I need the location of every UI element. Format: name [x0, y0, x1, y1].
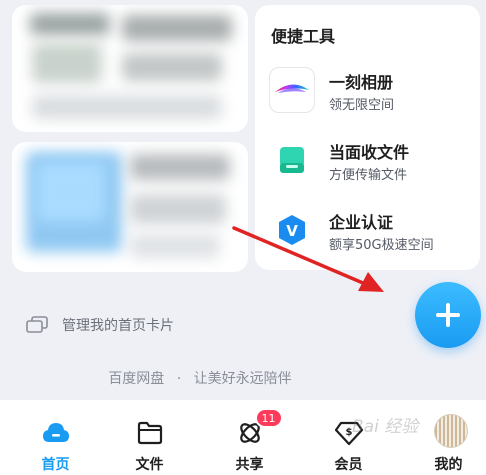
tab-label: 我的	[434, 457, 463, 473]
tab-label: 首页	[41, 457, 70, 473]
slogan-separator: ·	[176, 371, 182, 387]
tab-files[interactable]: 文件	[101, 400, 198, 475]
svg-text:$: $	[345, 427, 352, 438]
tab-share[interactable]: 11 共享	[201, 400, 298, 475]
tab-home[interactable]: 首页	[7, 400, 104, 475]
share-orbit-icon: 11	[235, 408, 283, 448]
home-cloud-icon	[41, 418, 71, 448]
slogan-text: 让美好永远陪伴	[193, 371, 292, 387]
slogan: 百度网盘 · 让美好永远陪伴	[0, 368, 400, 388]
slogan-brand: 百度网盘	[108, 371, 165, 387]
avatar	[433, 414, 468, 448]
tab-label: 文件	[135, 457, 164, 473]
share-badge: 11	[254, 408, 283, 428]
folder-icon	[135, 418, 165, 448]
watermark: Bai 经验	[352, 417, 419, 437]
tab-label: 会员	[334, 457, 363, 473]
tab-label: 共享	[235, 457, 264, 473]
